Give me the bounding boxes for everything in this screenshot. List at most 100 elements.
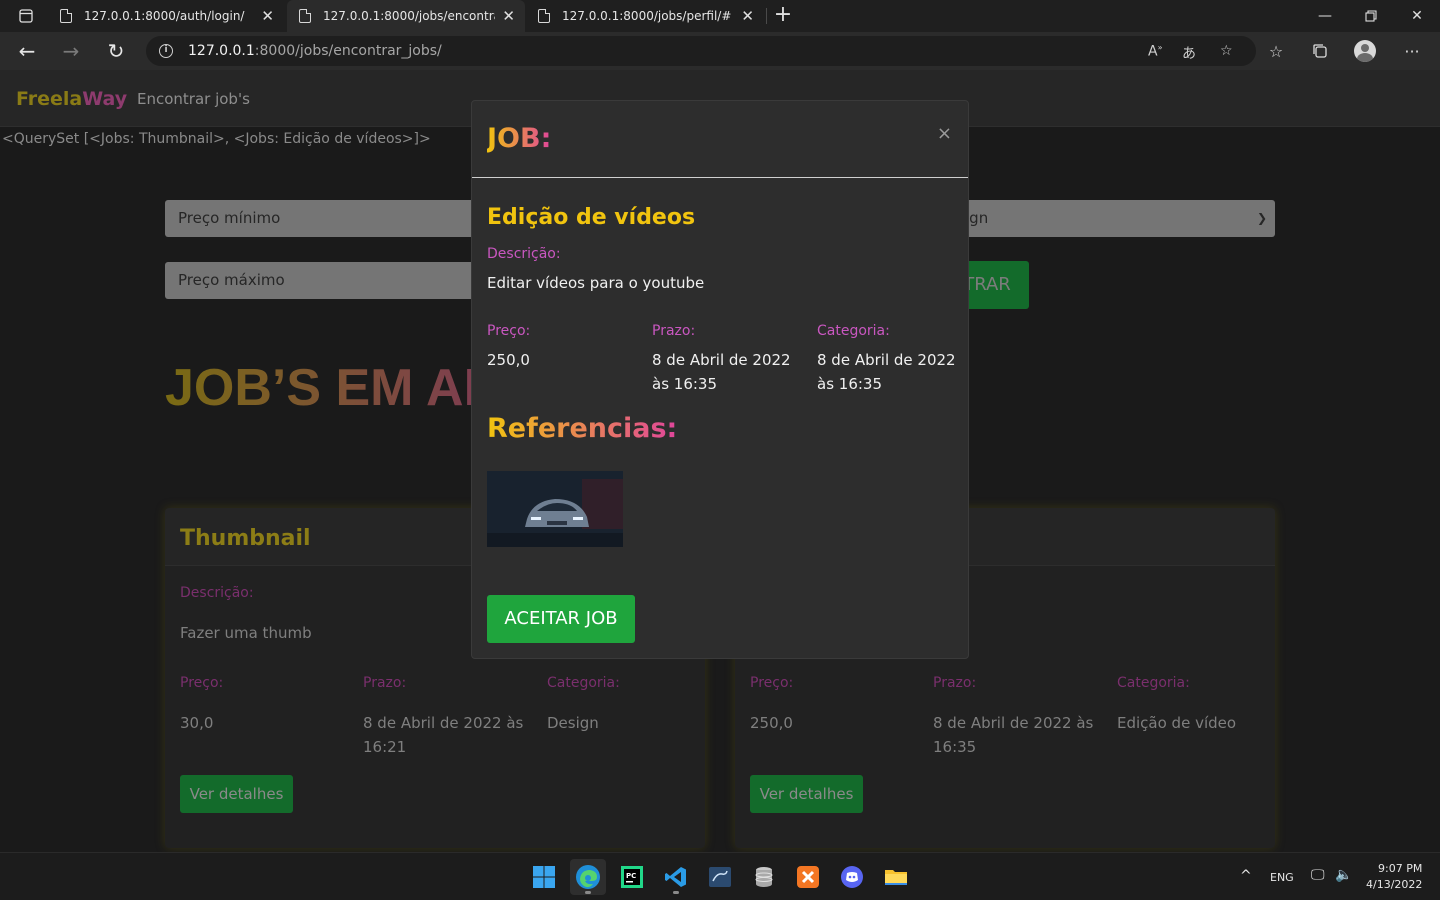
refresh-button[interactable]: ↻ <box>99 36 133 66</box>
modal-deadline-label: Prazo: <box>652 323 696 339</box>
modal-price-label: Preço: <box>487 323 531 339</box>
address-bar[interactable]: i 127.0.0.1:8000/jobs/encontrar_jobs/ A»… <box>146 36 1256 66</box>
close-tab-icon[interactable]: ✕ <box>261 8 274 24</box>
page-icon <box>538 9 550 23</box>
modal-desc-value: Editar vídeos para o youtube <box>487 274 705 292</box>
modal-category-line1: 8 de Abril de 2022 <box>817 351 956 369</box>
brand-logo[interactable]: FreelaWay <box>16 88 127 110</box>
deadline-line1: 8 de Abril de 2022 às <box>933 714 1094 732</box>
desc-label: Descrição: <box>180 585 254 601</box>
queryset-debug-text: <QuerySet [<Jobs: Thumbnail>, <Jobs: Edi… <box>2 131 431 147</box>
ver-detalhes-button[interactable]: Ver detalhes <box>180 775 293 813</box>
deadline-label: Prazo: <box>933 675 977 691</box>
brand-part1: Freela <box>16 88 83 110</box>
database-icon[interactable] <box>746 859 782 895</box>
xampp-icon[interactable] <box>790 859 826 895</box>
desc-value: Fazer uma thumb <box>180 624 312 642</box>
active-indicator <box>673 891 679 894</box>
active-indicator <box>585 891 591 894</box>
add-favorite-icon[interactable]: ☆ <box>1220 43 1233 59</box>
close-tab-icon[interactable]: ✕ <box>741 8 754 24</box>
url-path: :8000/jobs/encontrar_jobs/ <box>254 43 442 59</box>
page-icon <box>299 9 311 23</box>
restore-button[interactable] <box>1348 0 1394 32</box>
browser-toolbar: ← → ↻ i 127.0.0.1:8000/jobs/encontrar_jo… <box>0 32 1440 70</box>
page-icon <box>60 9 72 23</box>
price-value: 250,0 <box>750 714 793 732</box>
close-icon[interactable]: × <box>937 123 952 144</box>
category-select[interactable]: ign ❯ <box>945 200 1275 237</box>
price-label: Preço: <box>750 675 794 691</box>
translate-icon[interactable]: あ <box>1182 43 1196 63</box>
deadline-line1: 8 de Abril de 2022 às <box>363 714 524 732</box>
read-aloud-icon[interactable]: A» <box>1148 43 1162 60</box>
price-label: Preço: <box>180 675 224 691</box>
minimize-button[interactable]: — <box>1302 0 1348 32</box>
forward-button[interactable]: → <box>54 36 88 66</box>
more-options-icon[interactable]: ··· <box>1398 38 1426 64</box>
browser-tab-login[interactable]: 127.0.0.1:8000/auth/login/ ✕ <box>48 0 284 32</box>
modal-deadline-line2: às 16:35 <box>652 375 718 393</box>
modal-deadline-line1: 8 de Abril de 2022 <box>652 351 791 369</box>
card-title: Thumbnail <box>180 526 311 551</box>
modal-category-line2: às 16:35 <box>817 375 883 393</box>
browser-tab-encontrar-jobs[interactable]: 127.0.0.1:8000/jobs/encontrar_jo ✕ <box>287 0 525 32</box>
profile-avatar[interactable] <box>1354 40 1376 62</box>
tab-divider <box>766 8 767 24</box>
deadline-line2: 16:35 <box>933 738 977 756</box>
close-window-button[interactable]: ✕ <box>1394 0 1440 32</box>
tab-title: 127.0.0.1:8000/jobs/encontrar_jo <box>323 9 495 23</box>
modal-category-label: Categoria: <box>817 323 890 339</box>
reference-image-car[interactable] <box>487 471 623 547</box>
language-indicator[interactable]: ENG <box>1270 871 1294 884</box>
network-icon[interactable]: 🖵 <box>1311 867 1325 883</box>
volume-icon[interactable]: 🔈 <box>1335 867 1352 883</box>
pycharm-icon[interactable]: PC <box>614 859 650 895</box>
favorites-icon[interactable]: ☆ <box>1262 38 1290 64</box>
url-host: 127.0.0.1 <box>188 43 255 59</box>
mysql-workbench-icon[interactable] <box>702 859 738 895</box>
site-info-icon[interactable]: i <box>159 44 173 58</box>
windows-start-icon[interactable] <box>526 859 562 895</box>
clock-time[interactable]: 9:07 PM <box>1378 862 1422 875</box>
tab-actions-icon[interactable] <box>8 0 44 32</box>
url-text[interactable]: 127.0.0.1:8000/jobs/encontrar_jobs/ <box>188 43 442 59</box>
max-price-input[interactable]: Preço máximo <box>165 262 485 299</box>
browser-tab-perfil[interactable]: 127.0.0.1:8000/jobs/perfil/# ✕ <box>526 0 764 32</box>
modal-references-title: Referencias: <box>487 413 678 444</box>
category-label: Categoria: <box>547 675 620 691</box>
vscode-icon[interactable] <box>658 859 694 895</box>
deadline-label: Prazo: <box>363 675 407 691</box>
modal-header: JOB: × <box>472 101 968 178</box>
svg-text:PC: PC <box>626 872 636 880</box>
chevron-down-icon: ❯ <box>1256 211 1267 225</box>
modal-title: JOB: <box>487 123 552 154</box>
job-details-modal: JOB: × Edição de vídeos Descrição: Edita… <box>471 100 969 659</box>
category-value: Design <box>547 714 599 732</box>
modal-price-value: 250,0 <box>487 351 530 369</box>
close-tab-icon[interactable]: ✕ <box>502 8 515 24</box>
clock-date[interactable]: 4/13/2022 <box>1366 878 1422 891</box>
min-price-input[interactable]: Preço mínimo <box>165 200 485 237</box>
deadline-line2: 16:21 <box>363 738 407 756</box>
brand-part2: Way <box>82 88 128 110</box>
tab-title: 127.0.0.1:8000/auth/login/ <box>84 9 245 23</box>
nav-link-encontrar-jobs[interactable]: Encontrar job's <box>137 90 250 108</box>
show-hidden-icons-icon[interactable]: ^ <box>1240 868 1252 884</box>
browser-tab-bar: 127.0.0.1:8000/auth/login/ ✕ 127.0.0.1:8… <box>0 0 1440 32</box>
file-explorer-icon[interactable] <box>878 859 914 895</box>
modal-desc-label: Descrição: <box>487 246 561 262</box>
back-button[interactable]: ← <box>10 36 44 66</box>
ver-detalhes-button[interactable]: Ver detalhes <box>750 775 863 813</box>
category-label: Categoria: <box>1117 675 1190 691</box>
page-heading: JOB’S EM AB <box>165 359 502 417</box>
price-value: 30,0 <box>180 714 214 732</box>
category-value: Edição de vídeo <box>1117 714 1237 732</box>
discord-icon[interactable] <box>834 859 870 895</box>
modal-job-title: Edição de vídeos <box>487 205 696 230</box>
collections-icon[interactable] <box>1306 38 1334 64</box>
new-tab-button[interactable]: + <box>772 4 794 26</box>
aceitar-job-button[interactable]: ACEITAR JOB <box>487 595 635 643</box>
windows-taskbar: PC ^ ENG 🖵 🔈 9:07 PM 4/13/2022 <box>0 852 1440 900</box>
edge-icon[interactable] <box>570 859 606 895</box>
